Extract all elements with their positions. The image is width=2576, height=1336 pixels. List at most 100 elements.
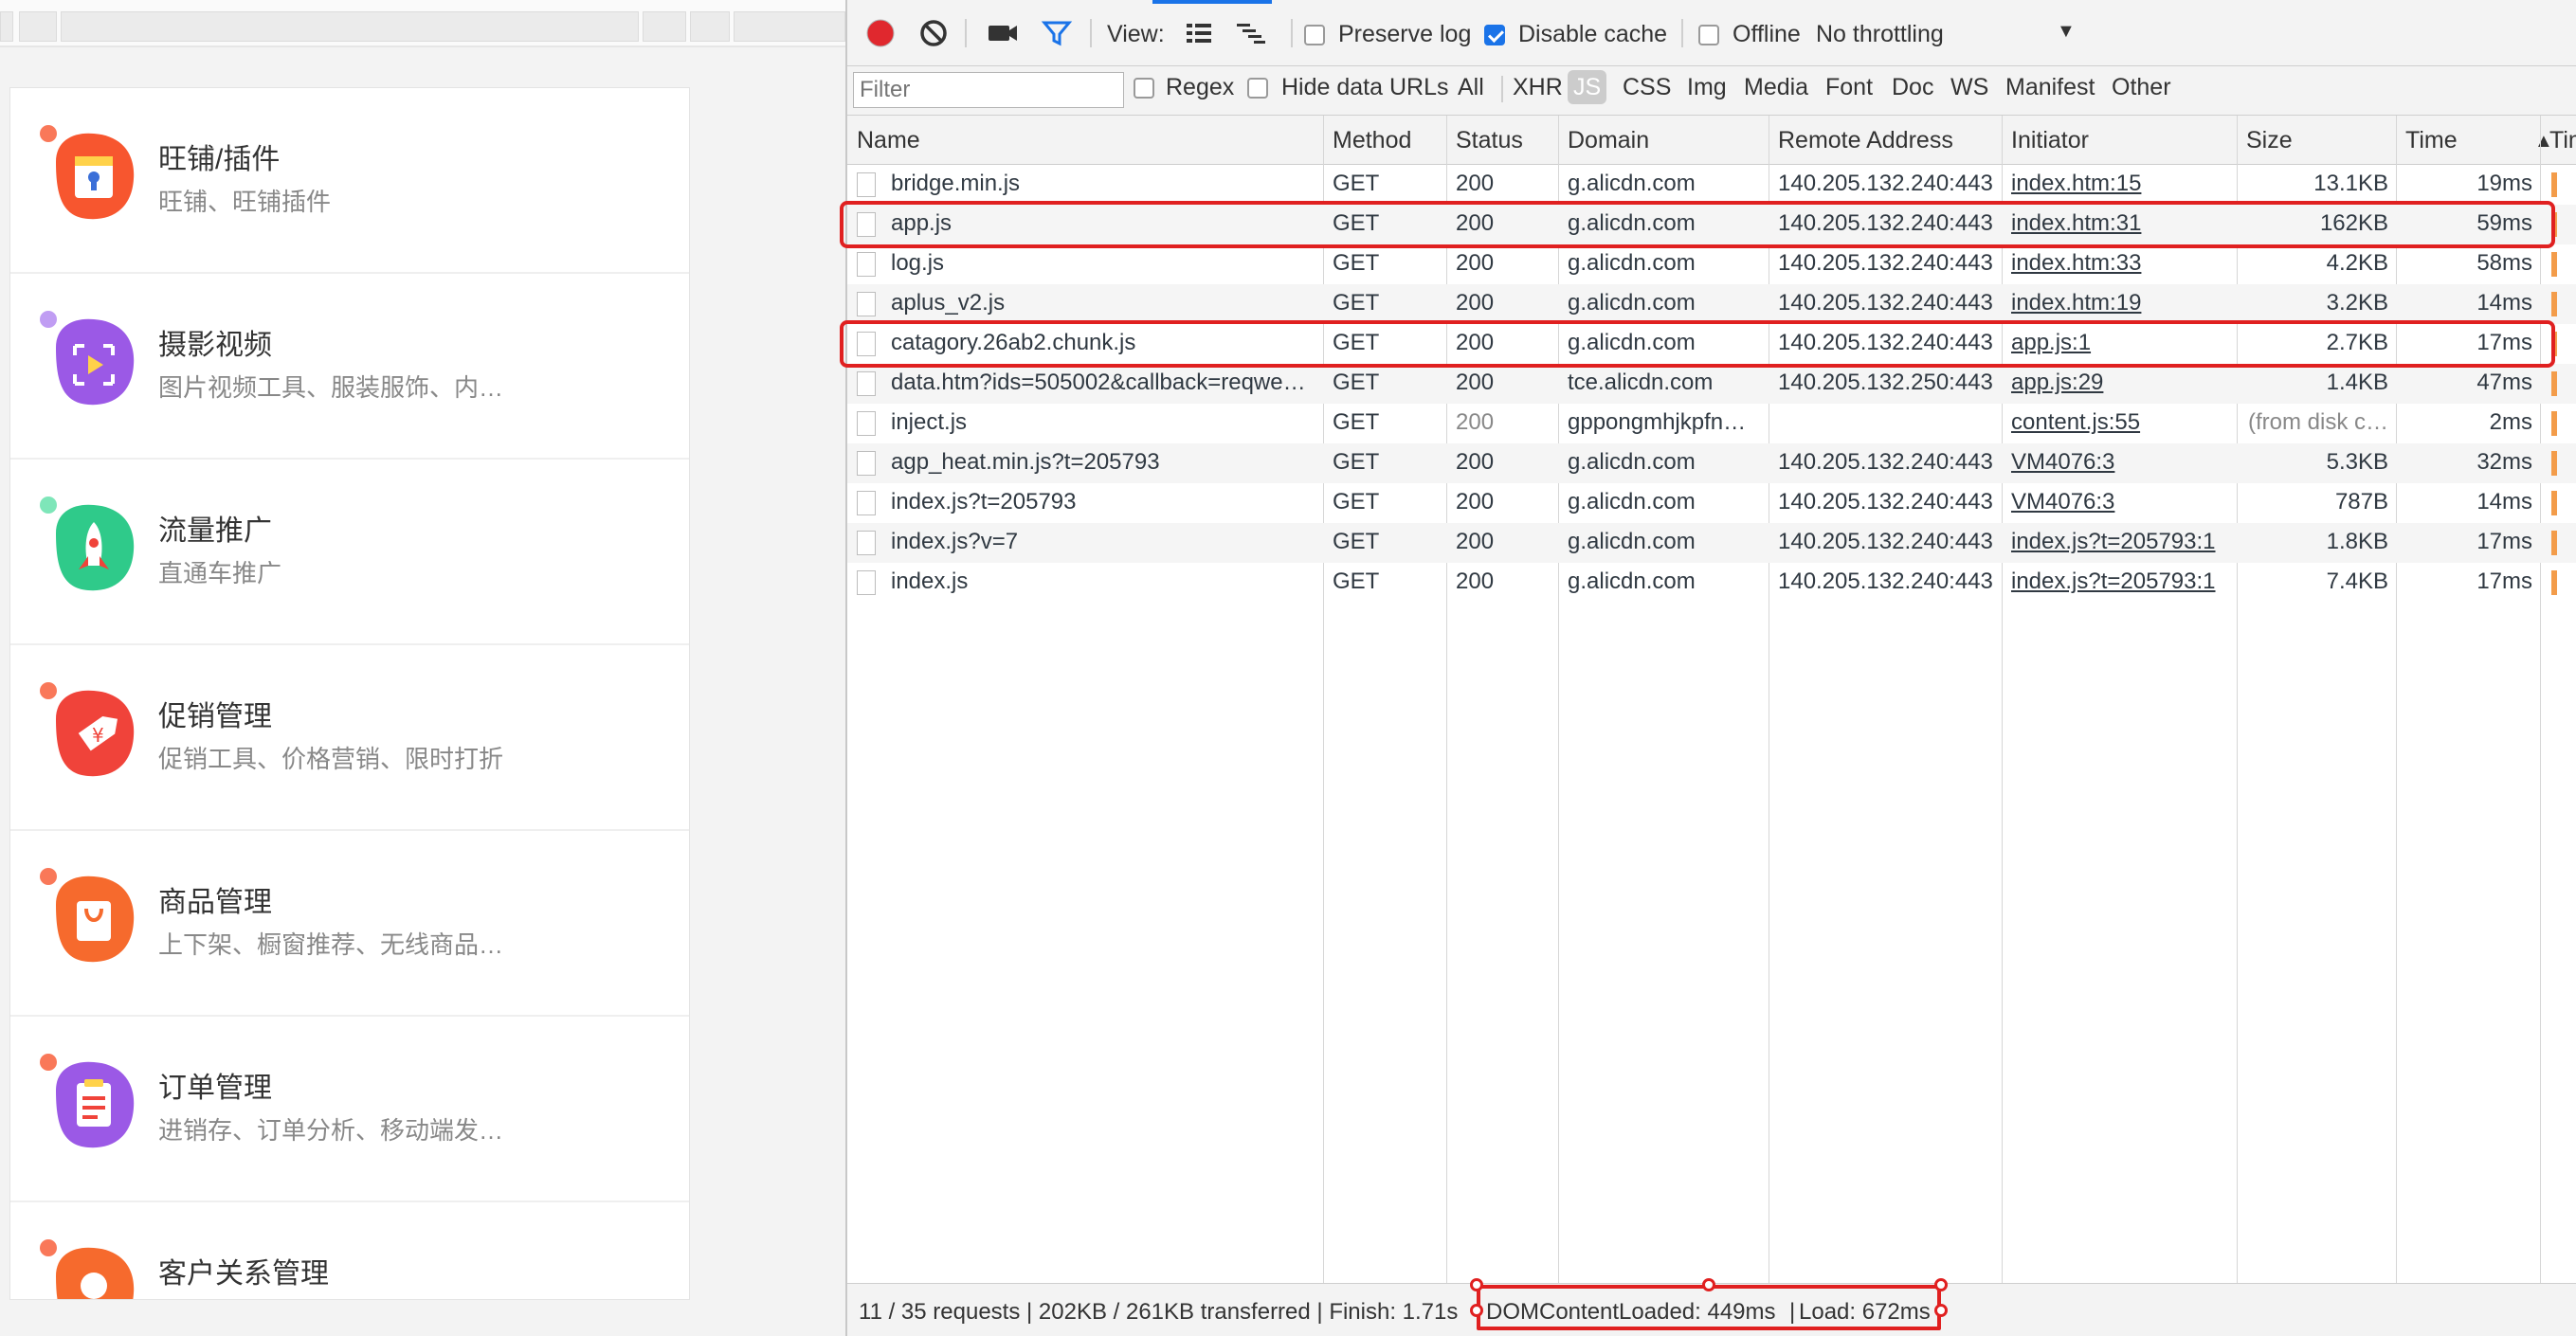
filter-input[interactable] [853,72,1124,108]
request-name[interactable]: log.js [891,250,1317,277]
request-initiator[interactable]: index.js?t=205793:1 [2011,529,2231,555]
request-status: 200 [1456,529,1495,554]
toolbar-divider [1291,19,1293,47]
table-row[interactable]: index.js?v=7 GET 200 g.alicdn.com 140.205.13… [847,523,2576,563]
request-initiator[interactable]: index.htm:33 [2011,250,2231,277]
screenshot-camera-icon[interactable] [986,17,1020,49]
request-name[interactable]: index.js [891,569,1317,595]
request-size: 4.2KB [2326,250,2388,276]
category-card-orders[interactable]: 订单管理 进销存、订单分析、移动端发… [10,1017,689,1202]
preserve-log-label: Preserve log [1338,21,1472,47]
request-initiator[interactable]: index.js?t=205793:1 [2011,569,2231,595]
category-card-promotion[interactable]: ¥ 促销管理 促销工具、价格营销、限时打折 [10,645,689,831]
category-card-crm[interactable]: 客户关系管理 [10,1202,689,1299]
table-row[interactable]: bridge.min.js GET 200 g.alicdn.com 140.205.1… [847,165,2576,205]
request-initiator[interactable]: index.htm:15 [2011,171,2231,197]
hide-data-urls-checkbox[interactable] [1247,78,1268,99]
table-row[interactable]: aplus_v2.js GET 200 g.alicdn.com 140.205.132… [847,284,2576,324]
request-method: GET [1333,489,1380,515]
column-header-time[interactable]: Time [2405,127,2458,154]
camera-video-icon [40,311,135,406]
request-size: 13.1KB [2313,171,2388,196]
request-name[interactable]: inject.js [891,409,1317,436]
request-domain: tce.alicdn.com [1568,370,1714,395]
card-title: 流量推广 [158,515,272,547]
table-row[interactable]: log.js GET 200 g.alicdn.com 140.205.132.240:… [847,244,2576,284]
throttling-select[interactable]: No throttling [1816,21,1944,48]
category-card-photo-video[interactable]: 摄影视频 图片视频工具、服装服饰、内… [10,274,689,460]
column-header-method[interactable]: Method [1333,127,1411,154]
request-name[interactable]: aplus_v2.js [891,290,1317,316]
column-header-timeline[interactable]: Tim [2549,127,2576,154]
request-initiator[interactable]: content.js:55 [2011,409,2231,436]
throttling-dropdown-icon[interactable]: ▼ [2057,21,2076,43]
disable-cache-checkbox[interactable] [1484,25,1505,45]
column-header-initiator[interactable]: Initiator [2011,127,2089,154]
table-row[interactable]: data.htm?ids=505002&callback=reqwe… GET 20… [847,364,2576,404]
timeline-bar [2551,531,2557,555]
category-card-goods[interactable]: 商品管理 上下架、橱窗推荐、无线商品… [10,831,689,1017]
request-domain: g.alicdn.com [1568,569,1696,594]
table-row[interactable]: index.js?t=205793 GET 200 g.alicdn.com 140.2… [847,483,2576,523]
timeline-bar [2551,252,2557,277]
filter-type-xhr[interactable]: XHR [1513,74,1563,101]
request-name[interactable]: data.htm?ids=505002&callback=reqwe… [891,370,1317,396]
request-name[interactable]: index.js?t=205793 [891,489,1317,515]
timeline-bar [2551,292,2557,316]
request-time: 32ms [2476,449,2532,475]
request-name[interactable]: agp_heat.min.js?t=205793 [891,449,1317,476]
column-header-name[interactable]: Name [857,127,920,154]
column-header-status[interactable]: Status [1456,127,1523,154]
request-remote: 140.205.132.240:443 [1778,489,1993,515]
column-header-size[interactable]: Size [2246,127,2293,154]
selection-handle [1934,1304,1948,1317]
shop-category-page: 旺铺/插件 旺铺、旺铺插件 摄影视频 图片视频工具、服装服饰、内… 流量推广 直… [0,0,845,1336]
offline-checkbox[interactable] [1698,25,1719,45]
request-initiator[interactable]: app.js:29 [2011,370,2231,396]
column-header-domain[interactable]: Domain [1568,127,1649,154]
request-name[interactable]: index.js?v=7 [891,529,1317,555]
request-method: GET [1333,290,1380,316]
waterfall-view-icon[interactable] [1234,17,1268,49]
table-row[interactable]: index.js GET 200 g.alicdn.com 140.205.132.24… [847,563,2576,603]
highlight-box-app-js [840,201,2555,248]
request-initiator[interactable]: VM4076:3 [2011,449,2231,476]
table-row[interactable]: inject.js GET 200 gppongmhjkpfn… content.js:… [847,404,2576,443]
request-initiator[interactable]: VM4076:3 [2011,489,2231,515]
column-header-remote-address[interactable]: Remote Address [1778,127,1953,154]
request-method: GET [1333,370,1380,395]
filter-type-all[interactable]: All [1458,74,1484,101]
category-card-list: 旺铺/插件 旺铺、旺铺插件 摄影视频 图片视频工具、服装服饰、内… 流量推广 直… [9,87,690,1300]
request-method: GET [1333,529,1380,554]
card-title: 客户关系管理 [158,1258,329,1290]
request-method: GET [1333,250,1380,276]
filter-type-js[interactable]: JS [1568,70,1607,104]
filter-type-doc[interactable]: Doc [1892,74,1933,101]
filter-type-manifest[interactable]: Manifest [2005,74,2095,101]
toolbar-divider [965,19,967,47]
request-time: 47ms [2476,370,2532,395]
file-icon [857,371,876,396]
record-icon[interactable] [864,17,897,49]
filter-type-other[interactable]: Other [2112,74,2171,101]
clear-icon[interactable] [917,17,950,49]
filter-type-font[interactable]: Font [1825,74,1873,101]
filter-type-css[interactable]: CSS [1623,74,1671,101]
large-rows-view-icon[interactable] [1183,17,1215,49]
request-name[interactable]: bridge.min.js [891,171,1317,197]
toolbar-divider [1090,19,1092,47]
filter-icon[interactable] [1041,17,1073,49]
filter-type-ws[interactable]: WS [1950,74,1988,101]
regex-checkbox[interactable] [1134,78,1154,99]
card-title: 商品管理 [158,887,272,918]
view-label: View: [1107,21,1165,47]
category-card-shop[interactable]: 旺铺/插件 旺铺、旺铺插件 [10,88,689,274]
filter-type-media[interactable]: Media [1744,74,1808,101]
price-tag-icon: ¥ [40,682,135,777]
request-size: 787B [2334,489,2388,515]
request-initiator[interactable]: index.htm:19 [2011,290,2231,316]
table-row[interactable]: agp_heat.min.js?t=205793 GET 200 g.alicdn.c… [847,443,2576,483]
preserve-log-checkbox[interactable] [1304,25,1325,45]
filter-type-img[interactable]: Img [1687,74,1727,101]
category-card-traffic[interactable]: 流量推广 直通车推广 [10,460,689,645]
